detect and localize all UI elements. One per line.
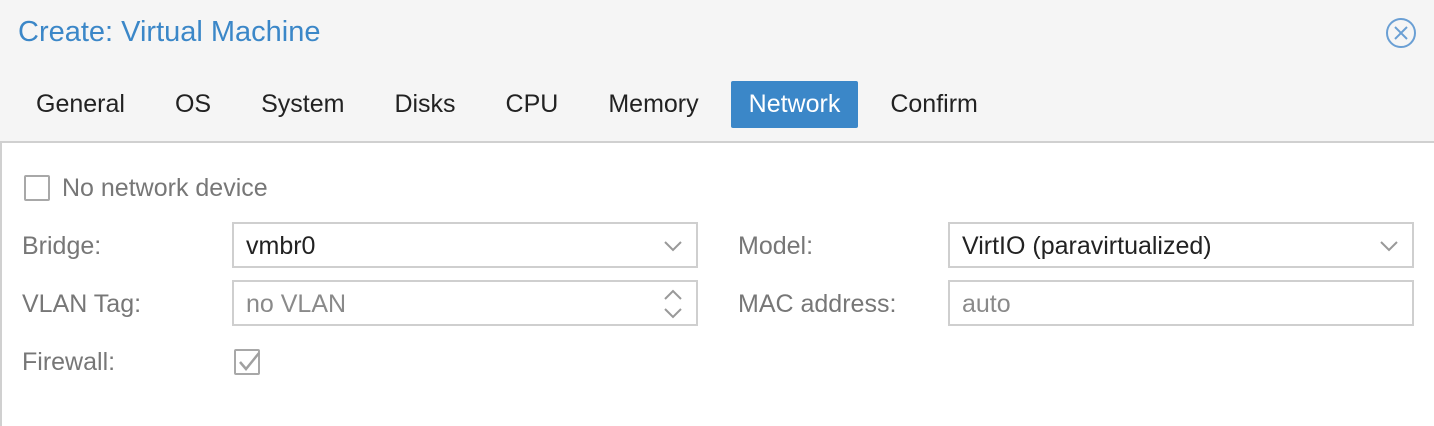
model-label: Model: <box>738 232 814 260</box>
no-network-device-checkbox[interactable] <box>24 175 50 201</box>
chevron-down-icon[interactable] <box>662 234 684 258</box>
tab-confirm[interactable]: Confirm <box>872 81 996 128</box>
mac-address-placeholder: auto <box>962 290 1011 318</box>
chevron-down-icon[interactable] <box>1378 234 1400 258</box>
firewall-checkbox[interactable] <box>234 349 260 375</box>
tab-general[interactable]: General <box>18 81 143 128</box>
firewall-label: Firewall: <box>22 348 116 376</box>
tab-disks[interactable]: Disks <box>376 81 473 128</box>
tab-cpu[interactable]: CPU <box>488 81 577 128</box>
bridge-label: Bridge: <box>22 232 102 260</box>
tab-os[interactable]: OS <box>157 81 229 128</box>
mac-address-input[interactable]: auto <box>948 280 1414 326</box>
tab-system[interactable]: System <box>243 81 362 128</box>
window-title: Create: Virtual Machine <box>18 16 321 48</box>
model-value: VirtIO (paravirtualized) <box>962 232 1212 260</box>
checkmark-icon <box>239 352 260 371</box>
window-header: Create: Virtual Machine General OS Syste… <box>0 0 1434 142</box>
tab-network[interactable]: Network <box>730 81 859 128</box>
bridge-value: vmbr0 <box>246 232 316 260</box>
close-icon[interactable] <box>1385 17 1417 49</box>
spinner-arrows-icon[interactable] <box>662 287 684 321</box>
vlan-tag-label: VLAN Tag: <box>22 290 142 318</box>
no-network-device-label: No network device <box>62 174 268 202</box>
model-select[interactable]: VirtIO (paravirtualized) <box>948 222 1414 268</box>
vlan-tag-spinner[interactable]: no VLAN <box>232 280 698 326</box>
tab-bar: General OS System Disks CPU Memory Netwo… <box>18 81 1010 129</box>
vlan-tag-placeholder: no VLAN <box>246 290 347 318</box>
mac-address-label: MAC address: <box>738 290 897 318</box>
network-form-panel: No network device Bridge: vmbr0 VLAN Tag… <box>0 141 1434 426</box>
bridge-select[interactable]: vmbr0 <box>232 222 698 268</box>
tab-memory[interactable]: Memory <box>590 81 716 128</box>
